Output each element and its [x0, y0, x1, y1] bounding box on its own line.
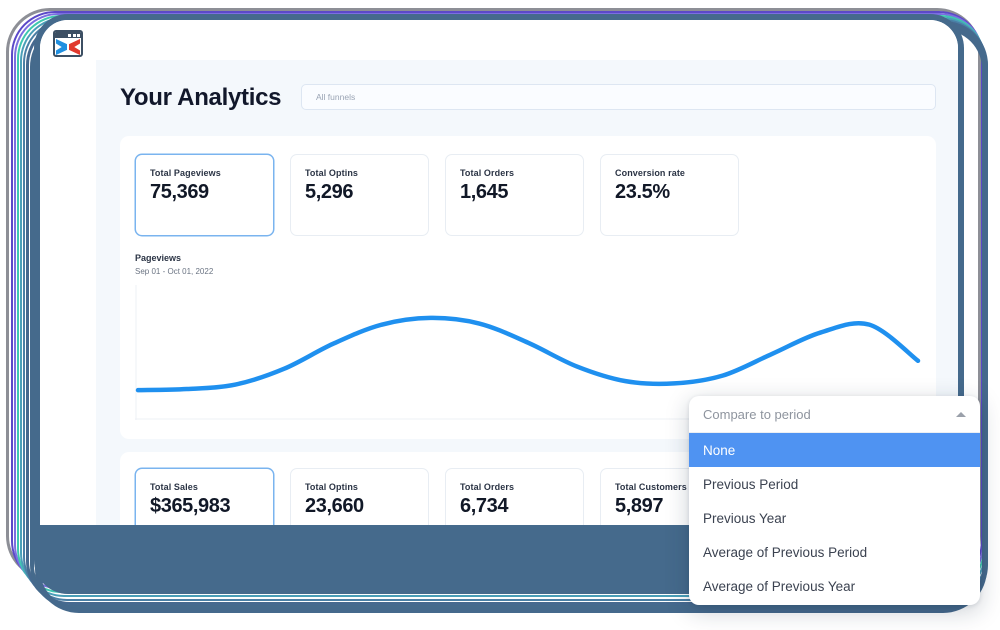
dropdown-option-average-of-previous-year[interactable]: Average of Previous Year: [689, 569, 980, 603]
logo-dot-icon: [72, 33, 76, 37]
page-title: Your Analytics: [120, 84, 282, 111]
chart-title: Pageviews: [135, 253, 182, 263]
funnel-filter-input[interactable]: [301, 84, 936, 110]
funnel-browser-logo-icon: [53, 30, 83, 57]
kpi-value: 5,296: [305, 181, 354, 203]
kpi-card-total-pageviews[interactable]: Total Pageviews 75,369: [135, 154, 274, 236]
kpi-card-total-optins-secondary[interactable]: Total Optins 23,660: [290, 468, 429, 525]
kpi-card-row-primary: Total Pageviews 75,369 Total Optins 5,29…: [135, 154, 921, 236]
logo-titlebar: [55, 32, 81, 38]
kpi-value: 6,734: [460, 495, 509, 517]
dropdown-header-label: Compare to period: [703, 406, 811, 422]
analytics-panel: Total Pageviews 75,369 Total Optins 5,29…: [120, 136, 936, 439]
screenshot-stage: Your Analytics Total Pageviews 75,369 To…: [0, 0, 1000, 630]
kpi-label: Total Optins: [305, 482, 359, 492]
dropdown-option-none[interactable]: None: [689, 433, 980, 467]
logo-dot-icon: [77, 33, 80, 37]
app-topbar: [40, 20, 958, 60]
kpi-label: Total Pageviews: [150, 168, 221, 178]
kpi-value: $365,983: [150, 495, 231, 517]
kpi-value: 23.5%: [615, 181, 670, 203]
kpi-card-total-orders-secondary[interactable]: Total Orders 6,734: [445, 468, 584, 525]
kpi-label: Conversion rate: [615, 168, 686, 178]
kpi-value: 23,660: [305, 495, 364, 517]
kpi-card-conversion-rate[interactable]: Conversion rate 23.5%: [600, 154, 739, 236]
kpi-label: Total Optins: [305, 168, 359, 178]
page-header: Your Analytics: [120, 82, 936, 118]
kpi-label: Total Orders: [460, 168, 515, 178]
kpi-value: 75,369: [150, 181, 209, 203]
chart-date-range: Sep 01 - Oct 01, 2022: [135, 267, 214, 276]
kpi-card-total-sales[interactable]: Total Sales $365,983: [135, 468, 274, 525]
kpi-value: 1,645: [460, 181, 509, 203]
dropdown-option-average-of-previous-period[interactable]: Average of Previous Period: [689, 535, 980, 569]
kpi-label: Total Orders: [460, 482, 515, 492]
logo-funnel-red-icon: [69, 39, 80, 55]
dropdown-header[interactable]: Compare to period: [689, 396, 980, 433]
kpi-card-total-orders[interactable]: Total Orders 1,645: [445, 154, 584, 236]
logo-funnel-blue-icon: [56, 39, 67, 55]
chevron-up-icon[interactable]: [956, 411, 966, 417]
compare-period-dropdown[interactable]: Compare to period None Previous Period P…: [689, 396, 980, 605]
dropdown-option-previous-year[interactable]: Previous Year: [689, 501, 980, 535]
kpi-card-total-optins[interactable]: Total Optins 5,296: [290, 154, 429, 236]
kpi-label: Total Sales: [150, 482, 198, 492]
logo-dot-icon: [68, 33, 71, 37]
dropdown-option-previous-period[interactable]: Previous Period: [689, 467, 980, 501]
